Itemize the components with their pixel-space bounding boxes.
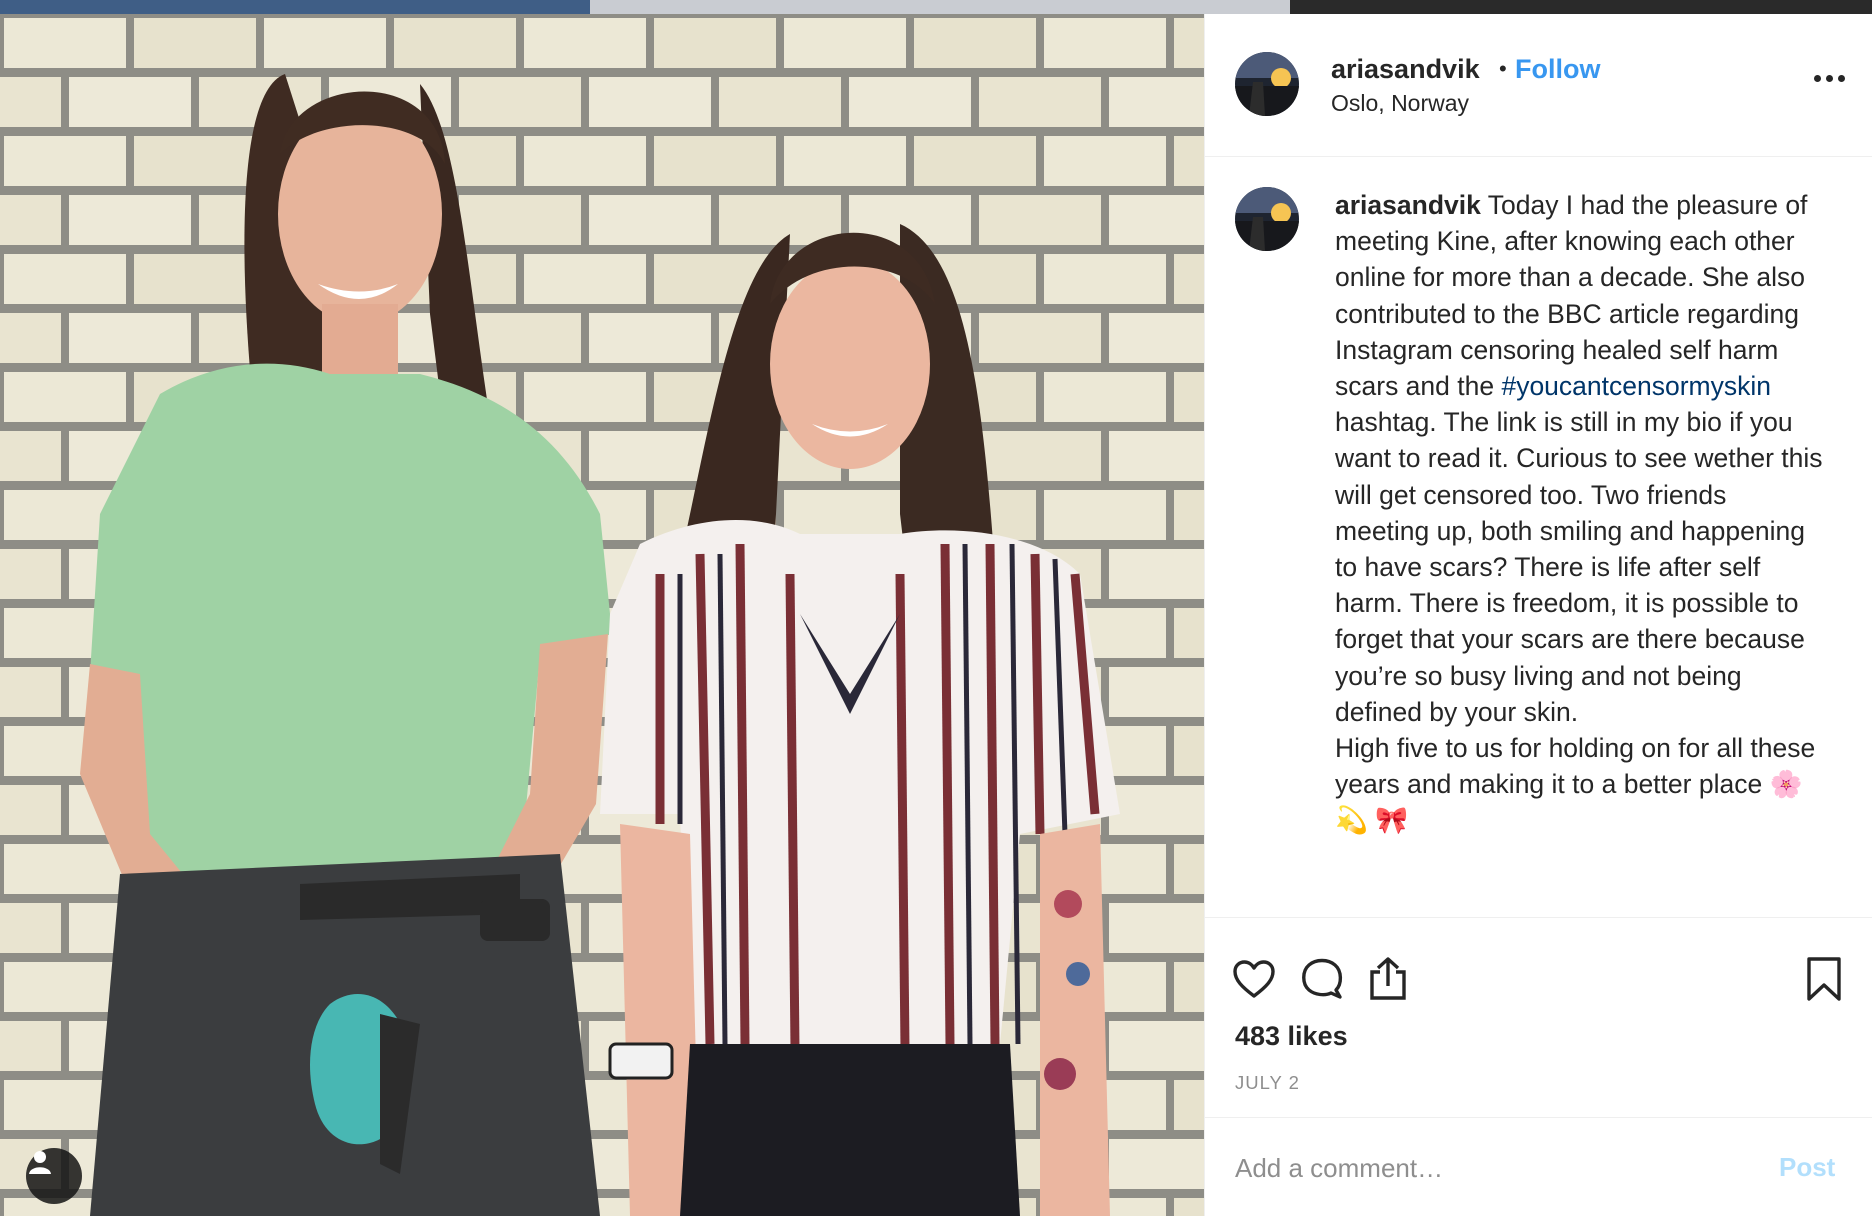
- header-separator: •: [1499, 56, 1507, 81]
- header-username[interactable]: ariasandvik: [1331, 54, 1480, 85]
- post-photo[interactable]: [0, 14, 1204, 1216]
- post-date[interactable]: JULY 2: [1235, 1072, 1300, 1094]
- caption-avatar[interactable]: [1235, 187, 1299, 251]
- caption-text: ariasandvik Today I had the pleasure of …: [1335, 187, 1825, 839]
- post-button[interactable]: Post: [1779, 1152, 1835, 1183]
- adjacent-posts-strip: [0, 0, 1872, 14]
- person-icon: [29, 1151, 51, 1174]
- follow-button[interactable]: Follow: [1515, 54, 1600, 85]
- comment-input[interactable]: [1233, 1144, 1737, 1192]
- caption-body: Today I had the pleasure of meeting Kine…: [1335, 190, 1815, 402]
- heart-icon[interactable]: [1229, 954, 1279, 1004]
- share-icon[interactable]: [1363, 954, 1413, 1004]
- adjacent-thumb[interactable]: [590, 0, 1290, 14]
- adjacent-thumb[interactable]: [0, 0, 590, 14]
- avatar-image: [1235, 52, 1299, 116]
- bookmark-icon[interactable]: [1799, 954, 1849, 1004]
- hashtag-link[interactable]: #youcantcensormyskin: [1501, 371, 1771, 401]
- post-actions: 483 likes JULY 2: [1205, 917, 1872, 1118]
- avatar-image: [1235, 187, 1299, 251]
- caption-body-continued: hashtag. The link is still in my bio if …: [1335, 407, 1823, 836]
- like-count[interactable]: 483 likes: [1235, 1021, 1348, 1052]
- adjacent-thumb[interactable]: [1290, 0, 1872, 14]
- header-location[interactable]: Oslo, Norway: [1331, 90, 1469, 117]
- photo-illustration: [0, 14, 1204, 1216]
- more-options-icon[interactable]: [1809, 66, 1849, 90]
- post-header: ariasandvik • Follow Oslo, Norway: [1205, 14, 1872, 157]
- caption-username[interactable]: ariasandvik: [1335, 190, 1481, 220]
- comment-box: Post: [1205, 1117, 1872, 1217]
- post-side-panel: ariasandvik • Follow Oslo, Norway ariasa…: [1204, 14, 1872, 1216]
- comments-scroll-area[interactable]: ariasandvik Today I had the pleasure of …: [1205, 157, 1872, 917]
- tagged-users-button[interactable]: [26, 1148, 82, 1204]
- avatar[interactable]: [1235, 52, 1299, 116]
- comment-icon[interactable]: [1297, 954, 1347, 1004]
